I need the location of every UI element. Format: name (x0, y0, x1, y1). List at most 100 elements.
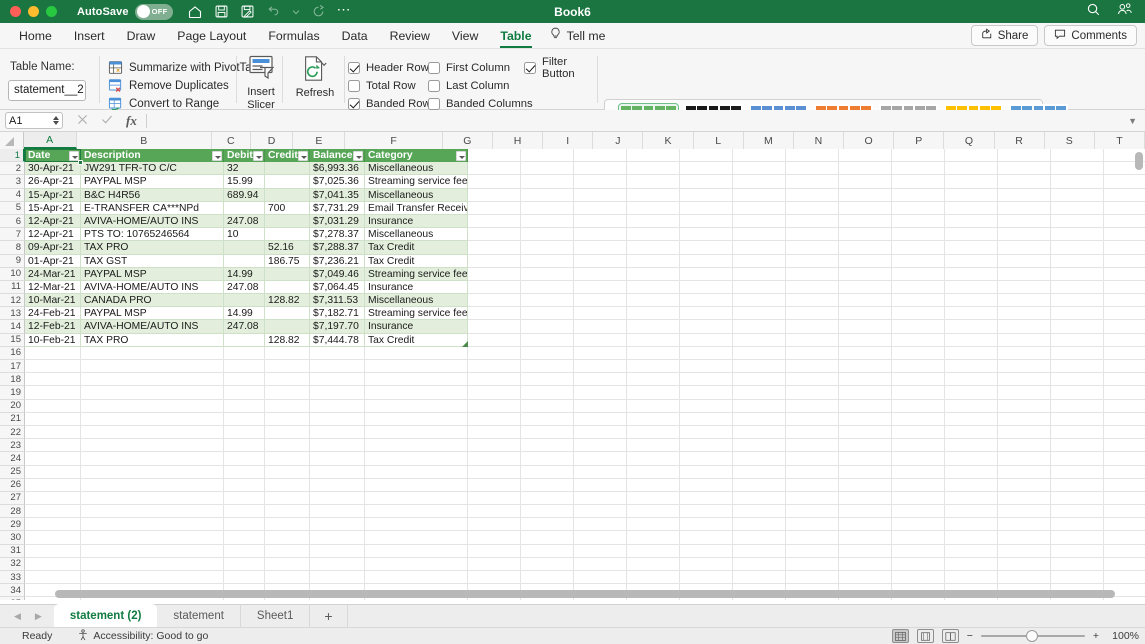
cell-N6[interactable] (839, 214, 892, 229)
ribbon-tab-draw[interactable]: Draw (116, 23, 167, 49)
row-header-24[interactable]: 24 (0, 452, 25, 466)
table-cell-credit[interactable]: 186.75 (265, 254, 310, 268)
cell-J14[interactable] (627, 320, 680, 334)
cell-R2[interactable] (1051, 162, 1104, 176)
column-header-h[interactable]: H (492, 132, 544, 149)
cell-E21[interactable] (310, 412, 365, 426)
cell-D33[interactable] (265, 571, 310, 585)
cell-C23[interactable] (224, 439, 265, 453)
cell-I21[interactable] (574, 412, 627, 426)
cell-A31[interactable] (25, 544, 81, 558)
cell-K17[interactable] (680, 360, 733, 374)
cell-K11[interactable] (680, 280, 733, 295)
cell-L24[interactable] (733, 452, 786, 466)
cell-R5[interactable] (1051, 201, 1104, 215)
cell-O23[interactable] (892, 439, 945, 453)
table-cell-description[interactable]: AVIVA-HOME/AUTO INS (81, 214, 224, 229)
cell-R16[interactable] (1051, 346, 1104, 360)
table-cell-balance[interactable]: $7,444.78 (310, 333, 365, 347)
cell-H32[interactable] (521, 557, 574, 571)
cell-O31[interactable] (892, 544, 945, 558)
cell-D19[interactable] (265, 386, 310, 400)
cell-I6[interactable] (574, 214, 627, 229)
cell-O20[interactable] (892, 399, 945, 413)
table-cell-category[interactable]: Miscellaneous (365, 294, 468, 308)
insert-function-icon[interactable]: fx (126, 113, 137, 129)
cell-N20[interactable] (839, 399, 892, 413)
remove-duplicates-button[interactable]: Remove Duplicates (108, 78, 229, 93)
cell-B16[interactable] (81, 346, 224, 360)
cell-L15[interactable] (733, 333, 786, 347)
tell-me-button[interactable]: Tell me (543, 27, 606, 44)
cell-O17[interactable] (892, 360, 945, 374)
cell-N25[interactable] (839, 465, 892, 479)
column-header-m[interactable]: M (743, 132, 794, 149)
cell-L16[interactable] (733, 346, 786, 360)
cell-S19[interactable] (1104, 386, 1145, 400)
table-cell-description[interactable]: PAYPAL MSP (81, 307, 224, 321)
cell-A25[interactable] (25, 465, 81, 479)
cell-I16[interactable] (574, 346, 627, 360)
cell-S8[interactable] (1104, 241, 1145, 255)
cell-N29[interactable] (839, 518, 892, 532)
cell-K24[interactable] (680, 452, 733, 466)
table-cell-credit[interactable] (265, 162, 310, 176)
table-cell-date[interactable]: 09-Apr-21 (25, 241, 81, 255)
cell-A24[interactable] (25, 452, 81, 466)
cell-J29[interactable] (627, 518, 680, 532)
cell-H1[interactable] (521, 149, 574, 163)
table-cell-category[interactable]: Streaming service fees (365, 307, 468, 321)
cell-O19[interactable] (892, 386, 945, 400)
cell-J28[interactable] (627, 505, 680, 519)
table-header-description[interactable]: Description (81, 149, 224, 163)
cell-S17[interactable] (1104, 360, 1145, 374)
cell-I12[interactable] (574, 294, 627, 308)
cell-O28[interactable] (892, 505, 945, 519)
cell-M2[interactable] (786, 162, 839, 176)
cell-N27[interactable] (839, 491, 892, 506)
table-cell-category[interactable]: Tax Credit (365, 254, 468, 268)
table-header-category[interactable]: Category (365, 149, 468, 163)
cell-J24[interactable] (627, 452, 680, 466)
cell-J10[interactable] (627, 267, 680, 281)
cell-K12[interactable] (680, 294, 733, 308)
table-cell-description[interactable]: TAX PRO (81, 241, 224, 255)
cell-F27[interactable] (365, 491, 468, 506)
cell-Q28[interactable] (998, 505, 1051, 519)
cell-J12[interactable] (627, 294, 680, 308)
traffic-lights[interactable] (10, 6, 57, 17)
cell-D27[interactable] (265, 491, 310, 506)
cell-P18[interactable] (945, 373, 998, 387)
column-header-d[interactable]: D (250, 132, 294, 149)
cell-D28[interactable] (265, 505, 310, 519)
cell-A16[interactable] (25, 346, 81, 360)
cell-H25[interactable] (521, 465, 574, 479)
cell-I19[interactable] (574, 386, 627, 400)
filter-dropdown-icon-description[interactable] (211, 150, 222, 161)
table-cell-debit[interactable] (224, 333, 265, 347)
cell-B24[interactable] (81, 452, 224, 466)
cell-I14[interactable] (574, 320, 627, 334)
cell-J30[interactable] (627, 531, 680, 545)
table-cell-date[interactable]: 15-Apr-21 (25, 188, 81, 202)
cell-R20[interactable] (1051, 399, 1104, 413)
ribbon-tab-formulas[interactable]: Formulas (257, 23, 330, 49)
cell-Q31[interactable] (998, 544, 1051, 558)
cell-S13[interactable] (1104, 307, 1145, 321)
ribbon-tab-data[interactable]: Data (331, 23, 379, 49)
table-header-credit[interactable]: Credit (265, 149, 310, 163)
cell-P30[interactable] (945, 531, 998, 545)
table-cell-category[interactable]: Miscellaneous (365, 228, 468, 242)
cell-Q4[interactable] (998, 188, 1051, 202)
table-cell-date[interactable]: 12-Apr-21 (25, 214, 81, 229)
close-window-button[interactable] (10, 6, 21, 17)
sheet-tab-statement[interactable]: statement (157, 604, 241, 627)
cell-P20[interactable] (945, 399, 998, 413)
cell-E31[interactable] (310, 544, 365, 558)
cell-I13[interactable] (574, 307, 627, 321)
cell-L11[interactable] (733, 280, 786, 295)
cell-M5[interactable] (786, 201, 839, 215)
cell-H20[interactable] (521, 399, 574, 413)
cell-B27[interactable] (81, 491, 224, 506)
cell-K10[interactable] (680, 267, 733, 281)
